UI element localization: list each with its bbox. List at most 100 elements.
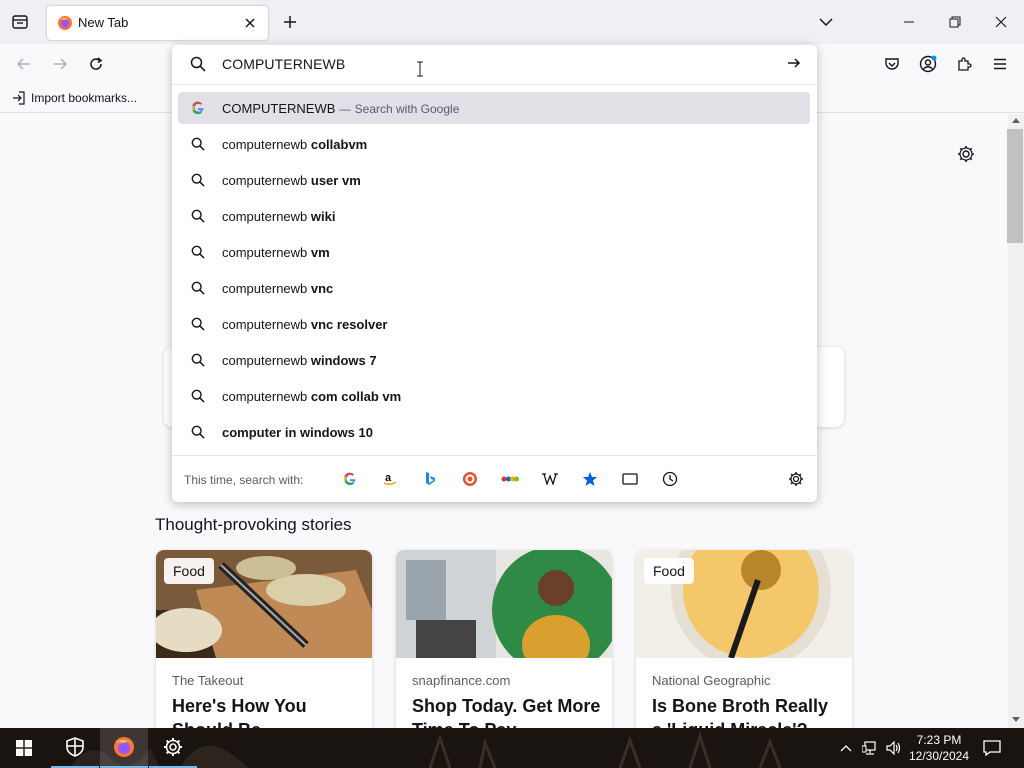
urlbar[interactable]: COMPUTERNEWB [172,45,817,85]
taskbar-clock[interactable]: 7:23 PM 12/30/2024 [906,732,972,764]
settings-gear-taskbar-icon[interactable] [149,728,197,768]
suggestion-prefix: computernewb [222,137,311,152]
search-suggestion-top[interactable]: COMPUTERNEWB — Search with Google [178,92,810,124]
story-card[interactable]: Food National Geographic Is Bone Broth R… [636,550,852,750]
suggestion-completion: computer in windows 10 [222,425,373,440]
suggestion-text: computernewb windows 7 [222,353,377,368]
tab-strip: New Tab [0,0,1024,44]
search-icon [191,353,205,367]
duckduckgo-icon[interactable] [460,469,480,489]
search-settings-gear-icon[interactable] [786,469,806,489]
one-off-label: This time, search with: [184,473,304,487]
suggestion-prefix: computernewb [222,173,311,188]
wikipedia-icon[interactable] [540,469,560,489]
search-icon [191,317,205,331]
suggestion-text: computernewb com collab vm [222,389,401,404]
search-suggestion[interactable]: computernewb vm [178,236,810,268]
extensions-icon[interactable] [954,54,974,74]
new-tab-plus-icon[interactable] [280,12,300,32]
search-suggestion[interactable]: computernewb vnc resolver [178,308,810,340]
urlbar-input[interactable]: COMPUTERNEWB [222,56,345,72]
suggestion-text: computernewb wiki [222,209,335,224]
history-icon[interactable] [660,469,680,489]
firefox-view-icon[interactable] [8,10,32,34]
suggestion-text: computernewb collabvm [222,137,367,152]
suggestion-completion: collabvm [310,137,368,152]
story-source: The Takeout [172,673,244,688]
search-suggestion[interactable]: computernewb windows 7 [178,344,810,376]
back-arrow-icon[interactable] [14,54,34,74]
search-suggestion[interactable]: computernewb wiki [178,200,810,232]
restore-icon[interactable] [932,0,978,44]
story-source: snapfinance.com [412,673,511,688]
urlbar-popup: COMPUTERNEWB COMPUTERNEWB — Search with … [172,45,817,502]
suggestion-action: Search with Google [354,102,460,116]
hamburger-menu-icon[interactable] [990,54,1010,74]
bing-icon[interactable] [420,469,440,489]
story-category-badge: Food [644,558,694,584]
search-icon [190,56,206,72]
tab-new-tab[interactable]: New Tab [47,6,268,40]
suggestion-separator: — [339,102,352,116]
suggestion-text: computernewb user vm [222,173,361,188]
story-card[interactable]: Food The Takeout Here's How You Should B… [156,550,372,750]
search-icon [191,281,205,295]
suggestion-prefix: computernewb [222,245,311,260]
amazon-icon[interactable]: a [380,469,400,489]
suggestion-completion: windows 7 [310,353,377,368]
search-icon [191,173,205,187]
chevron-down-icon[interactable] [816,12,836,32]
search-icon [191,389,205,403]
tabs-icon[interactable] [620,469,640,489]
newtab-settings-gear-icon[interactable] [956,144,976,164]
google-icon[interactable] [340,469,360,489]
search-icon [191,137,205,151]
volume-icon[interactable] [884,738,904,758]
close-window-icon[interactable] [978,0,1024,44]
suggestion-query: COMPUTERNEWB [222,101,336,116]
story-card[interactable]: snapfinance.com Shop Today. Get More Tim… [396,550,612,750]
suggestion-prefix: computernewb [222,209,311,224]
clock-date: 12/30/2024 [908,749,970,763]
import-bookmarks-label: Import bookmarks... [31,91,138,105]
suggestion-text: computernewb vnc resolver [222,317,388,332]
notifications-icon[interactable] [982,738,1002,758]
clock-time: 7:23 PM [916,733,962,747]
pocket-icon[interactable] [882,54,902,74]
ebay-icon[interactable] [500,469,520,489]
chevron-up-icon[interactable] [836,738,856,758]
scrollbar-thumb[interactable] [1007,129,1023,243]
suggestion-completion: com collab vm [310,389,402,404]
suggestion-prefix: computernewb [222,317,311,332]
suggestion-text: computernewb vnc [222,281,333,296]
import-icon [12,91,26,105]
suggestion-text: COMPUTERNEWB — Search with Google [222,101,459,116]
story-source: National Geographic [652,673,771,688]
search-suggestion[interactable]: computernewb user vm [178,164,810,196]
suggestion-text: computer in windows 10 [222,425,373,440]
windows-taskbar: 7:23 PM 12/30/2024 [0,728,1024,768]
go-arrow-icon[interactable] [786,55,806,75]
one-off-search-bar: This time, search with: a [172,455,817,502]
search-suggestion[interactable]: computernewb collabvm [178,128,810,160]
search-suggestion[interactable]: computer in windows 10 [178,416,810,448]
search-suggestion[interactable]: computernewb com collab vm [178,380,810,412]
firefox-taskbar-icon[interactable] [100,728,148,768]
reload-icon[interactable] [86,54,106,74]
network-icon[interactable] [860,738,880,758]
forward-arrow-icon[interactable] [50,54,70,74]
suggestion-text: computernewb vm [222,245,330,260]
account-icon[interactable] [918,54,938,74]
story-image [396,550,612,658]
stories-heading: Thought-provoking stories [155,515,352,534]
import-bookmarks-button[interactable]: Import bookmarks... [12,91,137,105]
windows-security-icon[interactable] [51,728,99,768]
search-icon [191,245,205,259]
search-suggestion[interactable]: computernewb vnc [178,272,810,304]
windows-start-icon[interactable] [0,728,48,768]
minimize-icon[interactable] [886,0,932,44]
close-tab-icon[interactable] [241,14,259,32]
suggestion-completion: vm [310,245,330,260]
bookmarks-star-icon[interactable] [580,469,600,489]
suggestion-completion: wiki [310,209,336,224]
